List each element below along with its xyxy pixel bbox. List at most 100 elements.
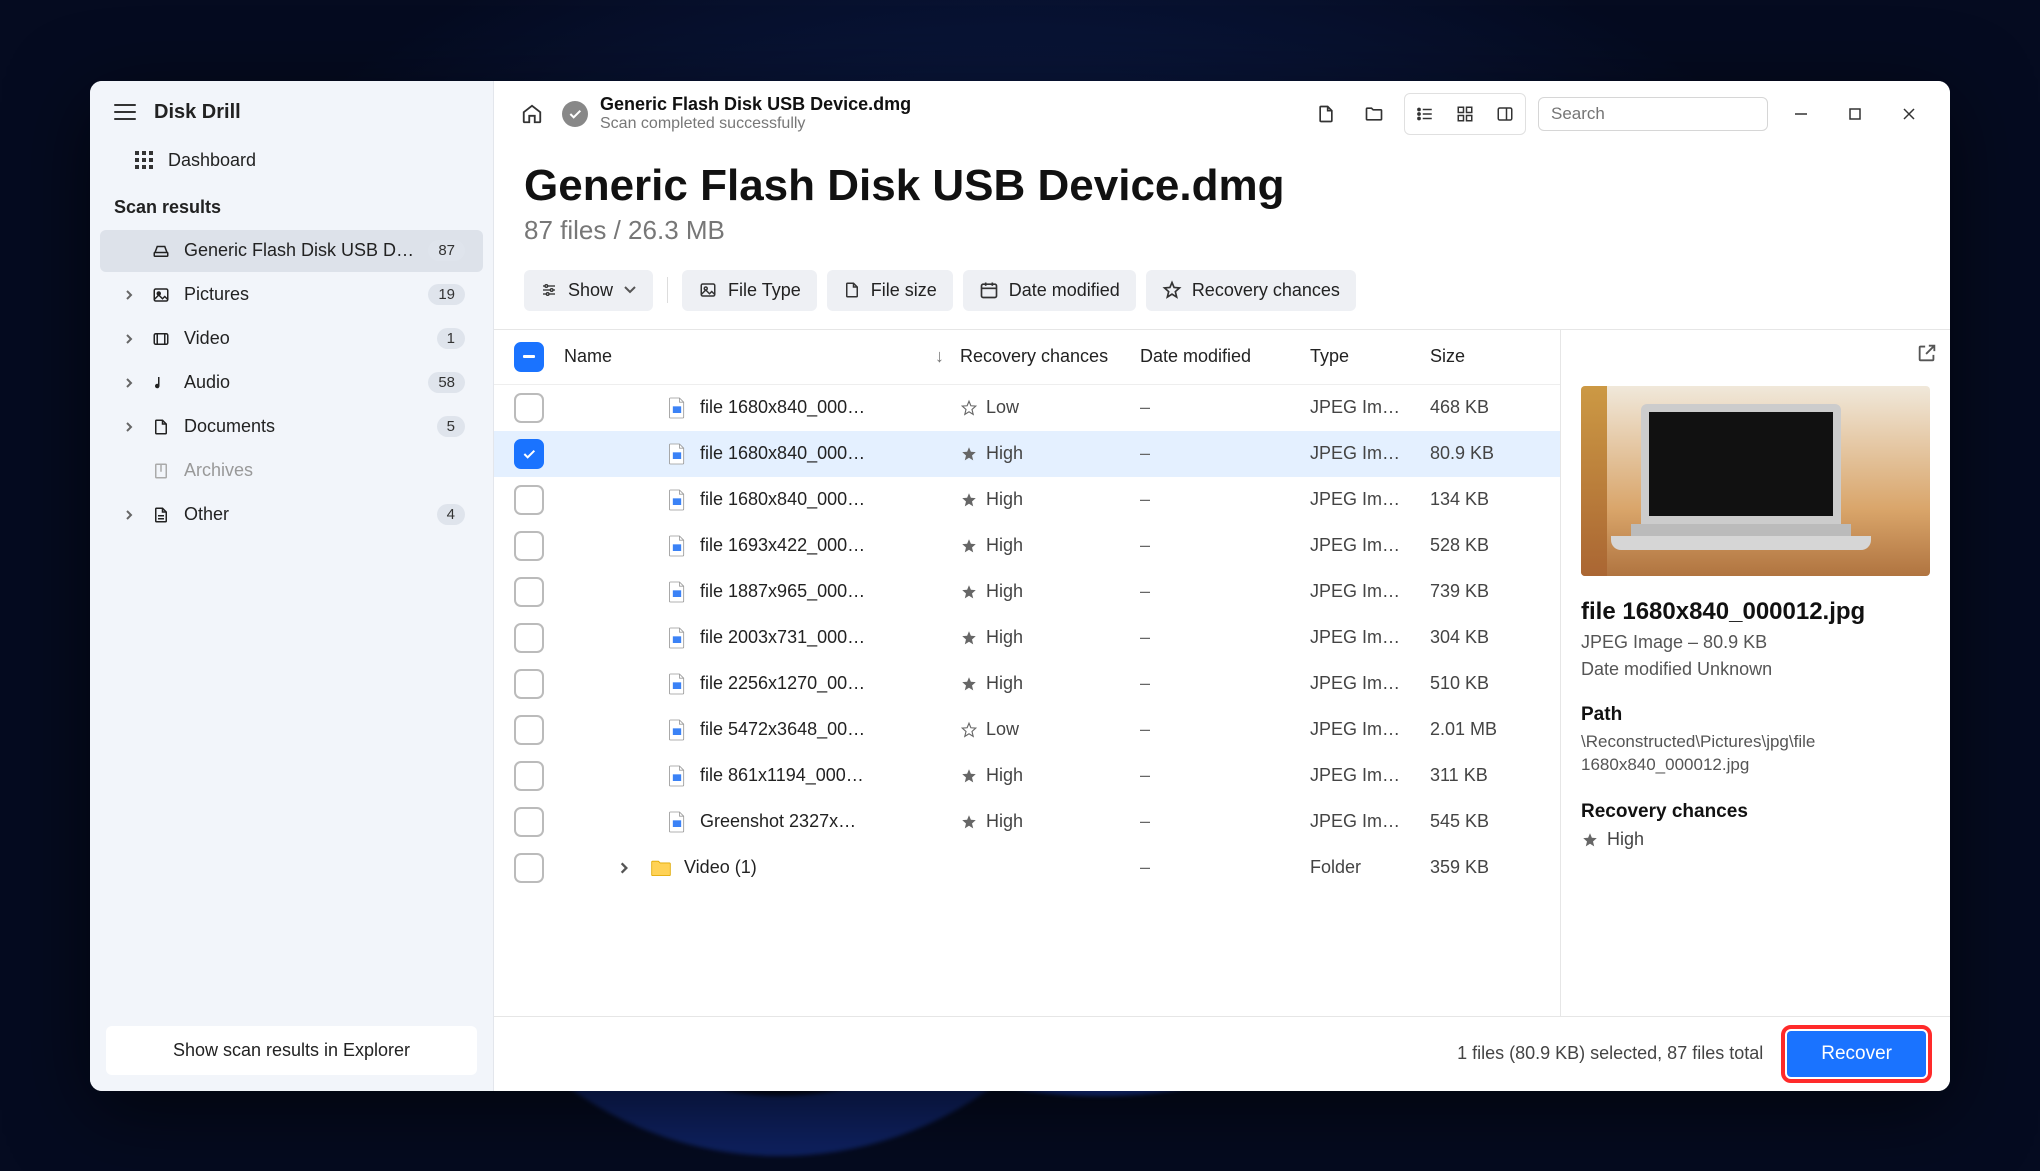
- sidebar-item-label: Other: [184, 504, 425, 525]
- table-row[interactable]: file 1693x422_000…High–JPEG Im…528 KB: [494, 523, 1560, 569]
- view-mode-group: [1404, 93, 1526, 135]
- select-all-checkbox[interactable]: [514, 342, 544, 372]
- filter-recovery[interactable]: Recovery chances: [1146, 270, 1356, 311]
- show-in-explorer-button[interactable]: Show scan results in Explorer: [106, 1026, 477, 1075]
- popout-icon[interactable]: [1916, 342, 1938, 364]
- file-type: JPEG Im…: [1310, 397, 1430, 418]
- filter-type-label: File Type: [728, 280, 801, 301]
- dashboard-label: Dashboard: [168, 150, 256, 171]
- row-checkbox[interactable]: [514, 485, 544, 515]
- row-checkbox[interactable]: [514, 853, 544, 883]
- home-icon[interactable]: [514, 96, 550, 132]
- file-size: 739 KB: [1430, 581, 1540, 602]
- file-type: JPEG Im…: [1310, 811, 1430, 832]
- table-row[interactable]: file 5472x3648_00…Low–JPEG Im…2.01 MB: [494, 707, 1560, 753]
- col-recovery[interactable]: Recovery chances: [960, 346, 1140, 367]
- grid-view-icon[interactable]: [1447, 96, 1483, 132]
- table-row[interactable]: file 2256x1270_00…High–JPEG Im…510 KB: [494, 661, 1560, 707]
- sidebar-item-archive[interactable]: Archives: [100, 450, 483, 492]
- col-date[interactable]: Date modified: [1140, 346, 1310, 367]
- table-row[interactable]: Video (1)–Folder359 KB: [494, 845, 1560, 891]
- filter-recovery-label: Recovery chances: [1192, 280, 1340, 301]
- file-table: Name ↓ Recovery chances Date modified Ty…: [494, 330, 1560, 1016]
- preview-date: Date modified Unknown: [1581, 659, 1930, 680]
- table-row[interactable]: file 2003x731_000…High–JPEG Im…304 KB: [494, 615, 1560, 661]
- menu-icon[interactable]: [114, 104, 136, 120]
- window-minimize[interactable]: [1780, 96, 1822, 132]
- video-icon: [150, 328, 172, 350]
- search-input[interactable]: [1538, 97, 1768, 131]
- sidebar-item-label: Audio: [184, 372, 416, 393]
- filter-date-label: Date modified: [1009, 280, 1120, 301]
- file-size: 468 KB: [1430, 397, 1540, 418]
- sidebar-item-audio[interactable]: Audio58: [100, 362, 483, 404]
- row-checkbox[interactable]: [514, 577, 544, 607]
- recover-button[interactable]: Recover: [1787, 1031, 1926, 1077]
- date-modified: –: [1140, 765, 1310, 786]
- recovery-chance: Low: [960, 397, 1140, 418]
- window-close[interactable]: [1888, 96, 1930, 132]
- filter-file-type[interactable]: File Type: [682, 270, 817, 311]
- sidebar-item-label: Pictures: [184, 284, 416, 305]
- selection-status: 1 files (80.9 KB) selected, 87 files tot…: [1457, 1043, 1763, 1064]
- row-checkbox[interactable]: [514, 669, 544, 699]
- file-name: file 5472x3648_00…: [700, 719, 865, 740]
- breadcrumb-title: Generic Flash Disk USB Device.dmg: [600, 94, 911, 115]
- folder-icon[interactable]: [1356, 96, 1392, 132]
- preview-filename: file 1680x840_000012.jpg: [1581, 598, 1930, 626]
- topbar: Generic Flash Disk USB Device.dmg Scan c…: [494, 81, 1950, 143]
- filter-show-label: Show: [568, 280, 613, 301]
- table-row[interactable]: file 1680x840_000…Low–JPEG Im…468 KB: [494, 385, 1560, 431]
- col-size[interactable]: Size: [1430, 346, 1540, 367]
- file-type: JPEG Im…: [1310, 581, 1430, 602]
- date-modified: –: [1140, 673, 1310, 694]
- file-name: file 861x1194_000…: [700, 765, 864, 786]
- sidebar-item-picture[interactable]: Pictures19: [100, 274, 483, 316]
- audio-icon: [150, 372, 172, 394]
- sidebar-item-video[interactable]: Video1: [100, 318, 483, 360]
- image-icon: [698, 281, 718, 299]
- filter-file-size[interactable]: File size: [827, 270, 953, 311]
- sidebar-item-dashboard[interactable]: Dashboard: [90, 140, 493, 181]
- file-icon: [666, 625, 688, 651]
- file-icon: [666, 533, 688, 559]
- table-header: Name ↓ Recovery chances Date modified Ty…: [494, 330, 1560, 385]
- window-maximize[interactable]: [1834, 96, 1876, 132]
- date-modified: –: [1140, 627, 1310, 648]
- chevron-right-icon: [124, 289, 138, 301]
- sidebar-item-other[interactable]: Other4: [100, 494, 483, 536]
- file-icon: [843, 280, 861, 300]
- table-row[interactable]: file 1680x840_000…High–JPEG Im…80.9 KB: [494, 431, 1560, 477]
- table-row[interactable]: Greenshot 2327x…High–JPEG Im…545 KB: [494, 799, 1560, 845]
- row-checkbox[interactable]: [514, 439, 544, 469]
- sidebar-item-document[interactable]: Documents5: [100, 406, 483, 448]
- recovery-chance: High: [960, 443, 1140, 464]
- list-view-icon[interactable]: [1407, 96, 1443, 132]
- file-icon: [666, 579, 688, 605]
- row-checkbox[interactable]: [514, 761, 544, 791]
- chevron-right-icon[interactable]: [616, 861, 632, 875]
- grid-icon: [134, 150, 154, 170]
- row-checkbox[interactable]: [514, 393, 544, 423]
- row-checkbox[interactable]: [514, 623, 544, 653]
- sidebar-item-disk[interactable]: Generic Flash Disk USB D…87: [100, 230, 483, 272]
- file-icon[interactable]: [1308, 96, 1344, 132]
- row-checkbox[interactable]: [514, 531, 544, 561]
- file-size: 311 KB: [1430, 765, 1540, 786]
- date-modified: –: [1140, 811, 1310, 832]
- col-type[interactable]: Type: [1310, 346, 1430, 367]
- file-type: JPEG Im…: [1310, 673, 1430, 694]
- file-icon: [666, 671, 688, 697]
- table-row[interactable]: file 1887x965_000…High–JPEG Im…739 KB: [494, 569, 1560, 615]
- col-name[interactable]: Name: [564, 346, 612, 367]
- row-checkbox[interactable]: [514, 715, 544, 745]
- table-row[interactable]: file 861x1194_000…High–JPEG Im…311 KB: [494, 753, 1560, 799]
- row-checkbox[interactable]: [514, 807, 544, 837]
- panel-view-icon[interactable]: [1487, 96, 1523, 132]
- sort-desc-icon: ↓: [935, 346, 944, 367]
- filter-date-modified[interactable]: Date modified: [963, 270, 1136, 311]
- file-icon: [666, 717, 688, 743]
- search-field[interactable]: [1551, 104, 1772, 124]
- filter-show[interactable]: Show: [524, 270, 653, 311]
- table-row[interactable]: file 1680x840_000…High–JPEG Im…134 KB: [494, 477, 1560, 523]
